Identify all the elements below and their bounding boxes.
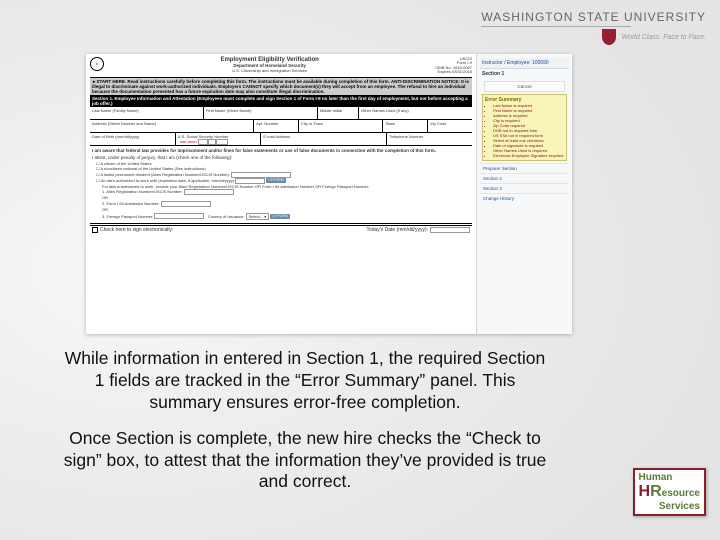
- address-row: Address (Street Number and Name) Apt. Nu…: [90, 120, 472, 133]
- error-summary-panel: Error Summary Last Name is required Firs…: [482, 94, 567, 161]
- hr-bot: Services: [639, 501, 700, 512]
- side-preparer[interactable]: Preparer Section: [480, 163, 569, 173]
- side-header: Instructor / Employee: 100090: [480, 58, 569, 69]
- error-list: Last Name is required First Name is requ…: [493, 103, 564, 158]
- last-name-field[interactable]: Last Name (Family Name): [90, 107, 204, 119]
- name-row: Last Name (Family Name) First Name (Give…: [90, 107, 472, 120]
- hr-initials: HResource: [639, 483, 700, 501]
- apt-field[interactable]: Apt. Number: [254, 120, 299, 132]
- zip-field[interactable]: Zip Code: [428, 120, 472, 132]
- sign-date-label: Today's Date (mm/dd/yyyy):: [366, 227, 428, 233]
- other-names-field[interactable]: Other Names Used (if any): [359, 107, 472, 119]
- form-meta: USCIS Form I-9 OMB No. 1615-0047 Expires…: [435, 57, 472, 75]
- sign-date-field[interactable]: [430, 227, 470, 233]
- email-field[interactable]: E-mail Address: [261, 133, 387, 145]
- sign-row: Check here to sign electronically: Today…: [90, 225, 472, 234]
- side-sec2[interactable]: Section 2: [480, 173, 569, 183]
- side-history[interactable]: Change History: [480, 193, 569, 203]
- form-main: ★ Employment Eligibility Verification De…: [86, 54, 476, 334]
- cancel-button[interactable]: Cancel: [484, 81, 565, 92]
- address-field[interactable]: Address (Street Number and Name): [90, 120, 254, 132]
- divider: [90, 223, 472, 224]
- start-here: ►START HERE. Read instructions carefully…: [90, 78, 472, 95]
- wsu-name: WASHINGTON STATE UNIVERSITY: [481, 10, 706, 24]
- city-field[interactable]: City or Town: [299, 120, 384, 132]
- caption-p1: While information in entered in Section …: [60, 348, 550, 414]
- dob-field[interactable]: Date of Birth (mm/dd/yyyy): [90, 133, 176, 145]
- passport-num[interactable]: 3. Foreign Passport Number: Country of I…: [96, 213, 470, 221]
- country-select[interactable]: Select... ▾: [246, 213, 270, 221]
- form-header: ★ Employment Eligibility Verification De…: [90, 57, 472, 78]
- wsu-shield-icon: [602, 29, 616, 45]
- err-item: Electronic Employee Signature required: [493, 153, 564, 158]
- mi-field[interactable]: Middle Initial: [318, 107, 359, 119]
- i9-badge: I-9 FORM: [266, 178, 285, 183]
- wsu-tagline: World Class. Face to Face.: [622, 34, 706, 41]
- side-panel: Instructor / Employee: 100090 Section 1 …: [476, 54, 572, 334]
- dob-row: Date of Birth (mm/dd/yyyy) U.S. Social S…: [90, 133, 472, 146]
- side-sec3[interactable]: Section 3: [480, 183, 569, 193]
- citizenship-options: A citizen of the United States A nonciti…: [90, 160, 472, 223]
- ssn-field[interactable]: U.S. Social Security Numbernnn-nnnn: [176, 133, 262, 145]
- i9-form-screenshot: ★ Employment Eligibility Verification De…: [86, 54, 572, 334]
- tel-field[interactable]: Telephone Number: [387, 133, 472, 145]
- caption-p2: Once Section is complete, the new hire c…: [60, 428, 550, 494]
- section1-bar: Section 1. Employee Information and Atte…: [90, 95, 472, 107]
- hr-services-logo: Human HResource Services: [633, 468, 706, 516]
- state-field[interactable]: State: [383, 120, 428, 132]
- attest-1: I am aware that federal law provides for…: [90, 146, 472, 155]
- i9-badge-2: I-9 FORM: [270, 214, 289, 219]
- form-subtitle2: U.S. Citizenship and Immigration Service…: [104, 68, 435, 73]
- hr-top: Human: [639, 472, 700, 483]
- slide-caption: While information in entered in Section …: [60, 348, 550, 507]
- dhs-seal-icon: ★: [90, 57, 104, 71]
- wsu-logo: WASHINGTON STATE UNIVERSITY World Class.…: [481, 10, 706, 45]
- sign-label: Check here to sign electronically:: [100, 227, 173, 233]
- first-name-field[interactable]: First Name (Given Name): [204, 107, 318, 119]
- divider: [481, 26, 631, 27]
- check-to-sign[interactable]: [92, 227, 98, 233]
- side-sec1[interactable]: Section 1: [480, 69, 569, 79]
